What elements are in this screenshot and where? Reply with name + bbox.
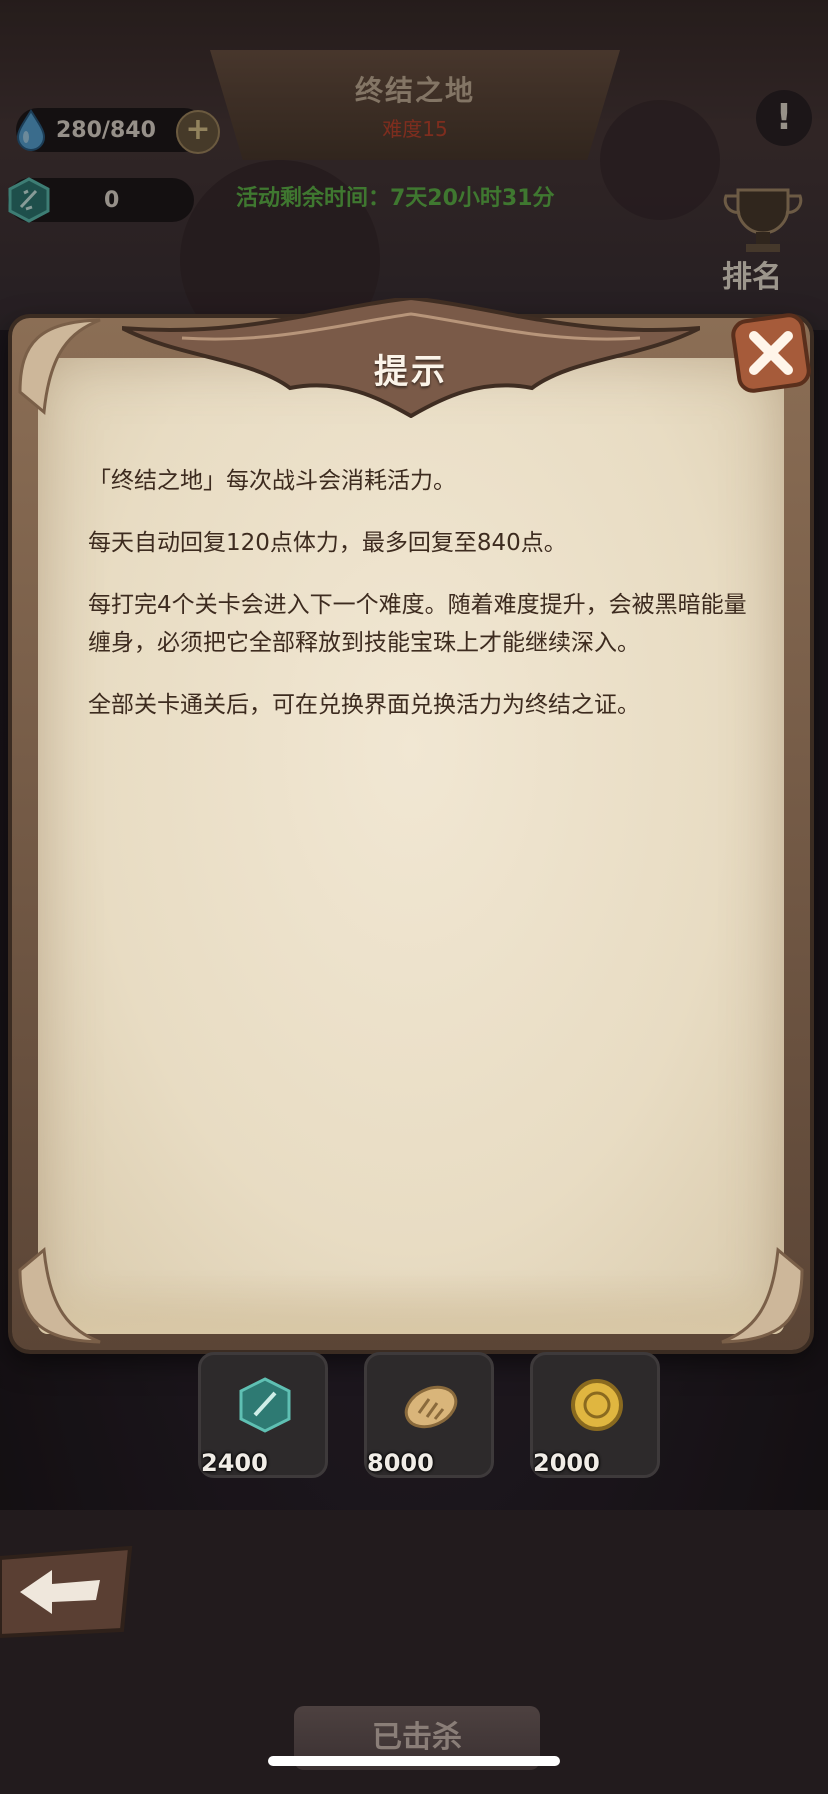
reward-amount: 8000 — [367, 1449, 434, 1477]
paper-bottom-strip — [38, 1274, 784, 1334]
hint-paragraph: 全部关卡通关后，可在兑换界面兑换活力为终结之证。 — [88, 692, 640, 718]
gold-coin-icon — [571, 1379, 623, 1431]
gem-badge-icon — [239, 1377, 291, 1433]
reward-item[interactable]: 2000 — [530, 1352, 660, 1478]
hint-paragraph: 每天自动回复120点体力，最多回复至840点。 — [88, 530, 567, 556]
bread-icon — [404, 1385, 458, 1429]
close-icon[interactable] — [728, 310, 814, 396]
hint-paragraph: 每打完4个关卡会进入下一个难度。随着难度提升，会被黑暗能量缠身，必须把它全部释放… — [88, 592, 747, 656]
hint-paragraph: 「终结之地」每次战斗会消耗活力。 — [88, 468, 456, 494]
reward-item[interactable]: 2400 — [198, 1352, 328, 1478]
dialog-title: 提示 — [374, 352, 448, 392]
reward-amount: 2000 — [533, 1449, 600, 1477]
back-arrow-icon[interactable] — [0, 1540, 140, 1640]
reward-item[interactable]: 8000 — [364, 1352, 494, 1478]
reward-items: 2400 8000 2000 — [198, 1352, 660, 1478]
home-indicator[interactable] — [268, 1756, 560, 1766]
dialog-body: 「终结之地」每次战斗会消耗活力。 每天自动回复120点体力，最多回复至840点。… — [88, 462, 748, 748]
corner-ornament-icon — [18, 1247, 101, 1344]
reward-amount: 2400 — [201, 1449, 268, 1477]
corner-ornament-icon — [721, 1247, 804, 1344]
